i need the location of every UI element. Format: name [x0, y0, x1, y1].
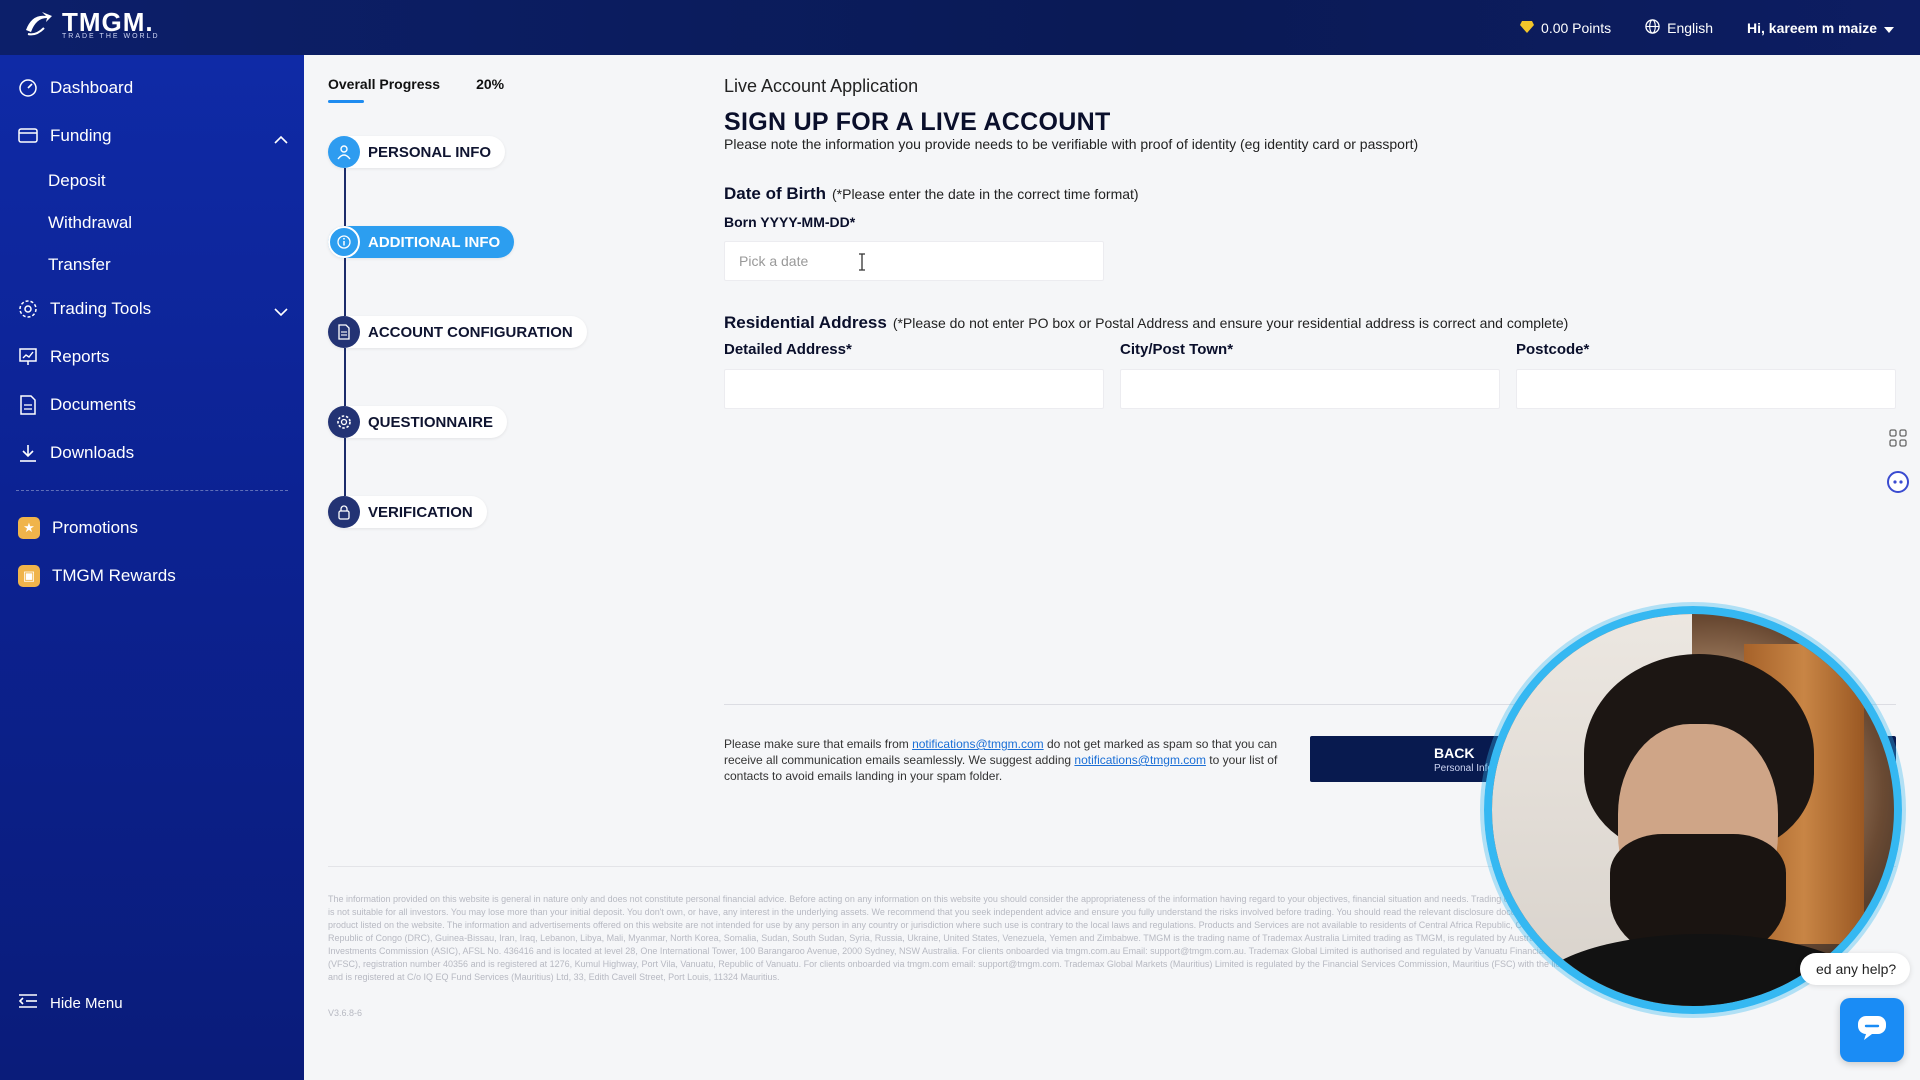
logo-mark-icon [22, 10, 56, 40]
sidebar-item-transfer[interactable]: Transfer [48, 255, 111, 275]
identity-note: Please note the information you provide … [724, 136, 1419, 152]
sidebar-item-label: Documents [50, 395, 136, 414]
back-sublabel: Personal Info [1434, 762, 1493, 774]
dob-label: Born YYYY-MM-DD* [724, 214, 856, 230]
points-label: 0.00 Points [1541, 19, 1612, 36]
sidebar-item-trading-tools[interactable]: Trading Tools [18, 299, 288, 319]
sidebar-item-label: TMGM Rewards [52, 566, 176, 585]
step-account-configuration[interactable]: ACCOUNT CONFIGURATION [328, 316, 587, 348]
overall-progress-value: 20% [476, 76, 505, 92]
back-label: BACK [1434, 744, 1475, 761]
text-cursor-icon [858, 253, 866, 271]
promotions-icon: ★ [18, 517, 40, 539]
help-prompt[interactable]: ed any help? [1800, 953, 1911, 985]
dob-section-title: Date of Birth (*Please enter the date in … [724, 184, 1139, 204]
step-label: ACCOUNT CONFIGURATION [368, 323, 573, 341]
info-icon [328, 226, 360, 258]
gear-icon [328, 406, 360, 438]
documents-icon [18, 395, 38, 415]
notifications-email-link[interactable]: notifications@tmgm.com [1074, 753, 1206, 767]
postcode-label: Postcode* [1516, 341, 1590, 358]
lock-icon [328, 496, 360, 528]
application-title: Live Account Application [724, 76, 919, 96]
tmgm-logo[interactable]: TMGM. TRADE THE WORLD [22, 6, 160, 40]
progress-underline [328, 100, 364, 103]
sidebar-item-documents[interactable]: Documents [18, 395, 136, 415]
user-greeting: Hi, kareem m maize [1747, 19, 1877, 36]
document-icon [328, 316, 360, 348]
dob-note: (*Please enter the date in the correct t… [832, 186, 1139, 202]
user-menu[interactable]: Hi, kareem m maize [1747, 20, 1894, 36]
language-selector[interactable]: English [1645, 18, 1714, 37]
postcode-input[interactable] [1516, 369, 1896, 409]
apps-grid-icon[interactable] [1886, 426, 1910, 450]
logo-tagline: TRADE THE WORLD [62, 32, 160, 40]
logo-text: TMGM. [62, 6, 154, 37]
sidebar-item-label: Reports [50, 347, 110, 366]
chevron-up-icon[interactable] [274, 129, 290, 145]
notifications-email-link[interactable]: notifications@tmgm.com [912, 737, 1044, 751]
sidebar-item-label: Downloads [50, 443, 135, 462]
chat-icon [1856, 1014, 1888, 1047]
sidebar-item-label: Promotions [52, 518, 138, 537]
dob-title: Date of Birth [724, 184, 826, 203]
sidebar-item-label: Dashboard [50, 78, 134, 97]
sidebar-item-promotions[interactable]: ★ Promotions [18, 517, 138, 539]
legal-disclaimer: The information provided on this website… [328, 894, 1658, 982]
caret-down-icon [1884, 20, 1894, 36]
city-input[interactable] [1120, 369, 1500, 409]
step-additional-info[interactable]: ADDITIONAL INFO [328, 226, 515, 258]
detailed-address-label: Detailed Address* [724, 341, 852, 358]
step-label: ADDITIONAL INFO [368, 233, 501, 251]
hide-menu-label: Hide Menu [50, 994, 123, 1012]
globe-icon [1645, 18, 1660, 37]
email-spam-note: Please make sure that emails from notifi… [724, 736, 1294, 784]
sidebar-item-reports[interactable]: Reports [18, 347, 110, 367]
sidebar-item-downloads[interactable]: Downloads [18, 443, 134, 463]
top-bar: TMGM. TRADE THE WORLD 0.00 Points Englis… [0, 0, 1920, 55]
trading-tools-icon [18, 299, 38, 319]
mail-note-part: Please make sure that emails from [724, 737, 913, 751]
address-section-title: Residential Address (*Please do not enter… [724, 313, 1568, 333]
page-title: SIGN UP FOR A LIVE ACCOUNT [724, 108, 1111, 136]
step-verification[interactable]: VERIFICATION [328, 496, 487, 528]
sidebar-item-tmgm-rewards[interactable]: ▣ TMGM Rewards [18, 565, 176, 587]
rewards-icon: ▣ [18, 565, 40, 587]
person-icon [328, 136, 360, 168]
menu-collapse-icon [18, 993, 38, 1013]
hide-menu-button[interactable]: Hide Menu [18, 993, 123, 1013]
step-label: VERIFICATION [368, 503, 473, 521]
language-label: English [1667, 19, 1714, 36]
address-note: (*Please do not enter PO box or Postal A… [892, 315, 1569, 331]
sidebar-item-funding[interactable]: Funding [18, 126, 288, 146]
detailed-address-input[interactable] [724, 369, 1104, 409]
address-title: Residential Address [724, 313, 887, 332]
overall-progress: Overall Progress 20% [328, 76, 504, 92]
step-personal-info[interactable]: PERSONAL INFO [328, 136, 506, 168]
reports-icon [18, 347, 38, 367]
dob-placeholder: Pick a date [739, 253, 809, 269]
step-questionnaire[interactable]: QUESTIONNAIRE [328, 406, 508, 438]
chevron-down-icon[interactable] [274, 302, 290, 318]
step-label: QUESTIONNAIRE [368, 413, 494, 431]
chat-button[interactable] [1840, 998, 1904, 1062]
sidebar-item-label: Trading Tools [50, 299, 152, 318]
sidebar-item-deposit[interactable]: Deposit [48, 171, 106, 191]
sidebar-item-dashboard[interactable]: Dashboard [18, 78, 133, 98]
step-label: PERSONAL INFO [368, 143, 492, 161]
diamond-icon [1520, 20, 1535, 36]
overall-progress-label: Overall Progress [328, 76, 441, 92]
version-label: V3.6.8-6 [328, 1008, 363, 1018]
sidebar-divider [16, 490, 288, 491]
dob-date-input[interactable]: Pick a date [724, 241, 1104, 281]
assistant-bot-icon[interactable] [1886, 470, 1910, 494]
sidebar-item-withdrawal[interactable]: Withdrawal [48, 213, 132, 233]
download-icon [18, 443, 38, 463]
funding-icon [18, 126, 38, 146]
city-label: City/Post Town* [1120, 341, 1234, 358]
sidebar-item-label: Funding [50, 126, 112, 145]
dashboard-icon [18, 78, 38, 98]
sidebar: Dashboard Funding Deposit Withdrawal Tra… [0, 55, 304, 1080]
points-display[interactable]: 0.00 Points [1520, 20, 1611, 36]
